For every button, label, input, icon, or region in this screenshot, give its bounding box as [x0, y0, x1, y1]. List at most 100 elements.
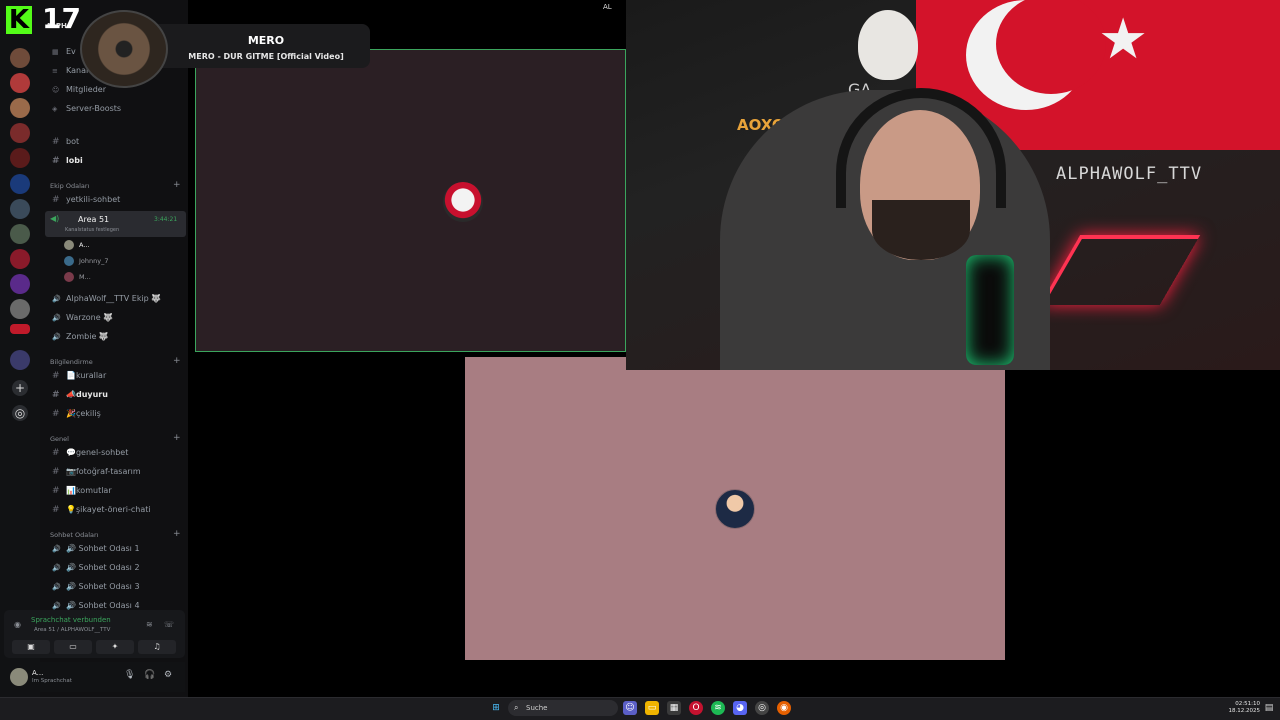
avatar — [64, 256, 74, 266]
voice-member[interactable]: Johnny_7 — [64, 256, 109, 266]
voice-channel-path[interactable]: Area 51 / ALPHAWOLF__TTV — [34, 627, 110, 633]
list-icon: ≡ — [52, 67, 58, 75]
channel-sikayet[interactable]: # 💡şikayet-öneri-chati — [52, 503, 151, 517]
firefox-icon[interactable]: ◉ — [777, 701, 791, 715]
server-icon[interactable] — [10, 123, 30, 143]
settings-gear-icon[interactable]: ⚙ — [164, 670, 172, 680]
add-channel-icon[interactable]: + — [173, 529, 181, 539]
noise-suppression-icon[interactable]: ≋ — [146, 618, 153, 632]
screen-share-button[interactable]: ▭ — [54, 640, 92, 654]
headphones-icon[interactable]: 🎧 — [144, 670, 155, 680]
discover-icon[interactable]: ◎ — [12, 405, 28, 421]
channel-bot[interactable]: # bot — [52, 135, 79, 149]
channel-lobi[interactable]: # lobi — [52, 154, 83, 168]
microphone — [966, 255, 1014, 365]
channel-fotograf[interactable]: # 📷fotoğraf-tasarım — [52, 465, 141, 479]
clock[interactable]: 02:51:10 18.12.2025 — [1220, 701, 1261, 715]
active-voice-channel[interactable] — [45, 211, 186, 237]
category-sohbet[interactable]: Sohbet Odaları — [50, 531, 98, 539]
user-name[interactable]: A... — [32, 669, 43, 677]
server-icon[interactable] — [10, 199, 30, 219]
disconnect-icon[interactable]: ☏ — [164, 618, 174, 632]
channel-genel-sohbet[interactable]: # 💬genel-sohbet — [52, 446, 128, 460]
voice-channel[interactable]: 🔊 AlphaWolf__TTV Ekip 🐺 — [52, 292, 161, 306]
server-icon[interactable] — [10, 249, 30, 269]
channel-status[interactable]: Kanalstatus festlegen — [65, 227, 119, 233]
hash-icon: # — [52, 448, 60, 458]
add-channel-icon[interactable]: + — [173, 356, 181, 366]
channel-cekilis[interactable]: # 🎉çekiliş — [52, 407, 101, 421]
activities-button[interactable]: ✦ — [96, 640, 134, 654]
speaker-icon: 🔊 — [52, 314, 61, 322]
server-icon[interactable] — [10, 98, 30, 118]
folder-icon[interactable]: ▭ — [645, 701, 659, 715]
now-playing-title: MERO — [247, 34, 285, 47]
soundboard-button[interactable]: ♫ — [138, 640, 176, 654]
server-icon[interactable] — [10, 324, 30, 334]
mask-figure — [858, 10, 918, 80]
voice-timer: 3:44:21 — [154, 216, 178, 223]
voice-channel[interactable]: 🔊 Warzone 🐺 — [52, 311, 113, 325]
calendar-icon: ▦ — [52, 48, 59, 56]
microphone-icon[interactable]: 🎙 — [124, 670, 135, 680]
speaker-icon: 🔊 — [52, 583, 61, 591]
server-icon[interactable] — [10, 274, 30, 294]
voice-status[interactable]: Sprachchat verbunden — [31, 616, 111, 624]
category-ekip[interactable]: Ekip Odaları — [50, 182, 89, 190]
channel-komutlar[interactable]: # 📊komutlar — [52, 484, 112, 498]
avatar[interactable] — [10, 668, 28, 686]
sidebar-item-members[interactable]: ☺ Mitglieder — [52, 83, 106, 97]
voice-connected-icon: ◀) — [50, 214, 60, 223]
discord-icon[interactable]: ◕ — [733, 701, 747, 715]
hash-icon: # — [52, 390, 60, 400]
add-channel-icon[interactable]: + — [173, 433, 181, 443]
server-icon[interactable] — [10, 299, 30, 319]
notification-icon[interactable]: ▤ — [1262, 701, 1276, 715]
server-rail: + ◎ — [0, 0, 40, 697]
sidebar-item-boosts[interactable]: ◈ Server-Boosts — [52, 102, 121, 116]
user-status: Im Sprachchat — [32, 678, 72, 684]
signal-icon[interactable]: ◉ — [14, 618, 21, 632]
search-box[interactable]: Suche — [508, 700, 618, 716]
server-icon[interactable] — [10, 174, 30, 194]
add-channel-icon[interactable]: + — [173, 180, 181, 190]
speaker-icon: 🔊 — [52, 333, 61, 341]
category-genel[interactable]: Genel — [50, 435, 69, 443]
voice-member[interactable]: M... — [64, 272, 91, 282]
sidebar-item-events[interactable]: ▦ Ev — [52, 45, 76, 59]
add-server-icon[interactable]: + — [12, 380, 28, 396]
opera-icon[interactable]: O — [689, 701, 703, 715]
camera-button[interactable]: ▣ — [12, 640, 50, 654]
server-icon[interactable] — [10, 148, 30, 168]
channel-kurallar[interactable]: # 📄kurallar — [52, 369, 106, 383]
server-icon[interactable] — [10, 48, 30, 68]
clock-date: 18.12.2025 — [1228, 708, 1261, 714]
spotify-icon[interactable]: ≋ — [711, 701, 725, 715]
kick-logo: K — [6, 6, 32, 34]
voice-channel[interactable]: 🔊 🔊 Sohbet Odası 1 — [52, 542, 140, 556]
server-icon[interactable] — [10, 224, 30, 244]
overlay-number: 17 — [42, 2, 81, 35]
streamer-beard — [872, 200, 970, 260]
server-icon[interactable] — [10, 350, 30, 370]
voice-channel[interactable]: 🔊 Zombie 🐺 — [52, 330, 109, 344]
search-icon: ⌕ — [514, 703, 519, 712]
store-icon[interactable]: ▦ — [667, 701, 681, 715]
channel-yetkili-sohbet[interactable]: # yetkili-sohbet — [52, 193, 120, 207]
teams-icon[interactable]: ☺ — [623, 701, 637, 715]
server-icon[interactable] — [10, 73, 30, 93]
boost-icon: ◈ — [52, 105, 58, 113]
user-panel — [4, 662, 185, 692]
start-windows-icon[interactable]: ⊞ — [489, 701, 503, 715]
top-channel-pill[interactable]: AL — [603, 3, 612, 11]
wall-sign: ALPHAWOLF_TTV — [1056, 164, 1203, 184]
voice-channel[interactable]: 🔊 🔊 Sohbet Odası 3 — [52, 580, 140, 594]
category-bilgi[interactable]: Bilgilendirme — [50, 358, 93, 366]
sidebar-item-channels[interactable]: ≡ Kanal — [52, 64, 88, 78]
channel-duyuru[interactable]: # 📣duyuru — [52, 388, 108, 402]
obs-icon[interactable]: ◎ — [755, 701, 769, 715]
voice-channel[interactable]: 🔊 🔊 Sohbet Odası 2 — [52, 561, 140, 575]
hash-icon: # — [52, 156, 60, 166]
video-tile-speaking[interactable] — [195, 49, 626, 352]
voice-member[interactable]: A... — [64, 240, 90, 250]
